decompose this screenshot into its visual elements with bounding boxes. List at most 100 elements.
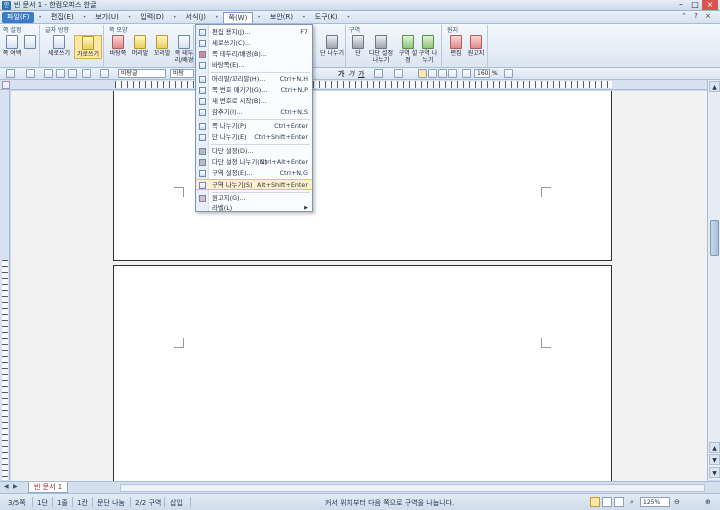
page-margin-button[interactable]: 쪽 여백 — [2, 35, 22, 57]
align-center-icon[interactable] — [438, 69, 447, 78]
menu-item-page-numbering[interactable]: 쪽 번호 매기기(G)... Ctrl+N,P — [196, 85, 312, 96]
menu-insert[interactable]: 입력(D) — [135, 12, 169, 23]
zoom-input[interactable]: 125% — [640, 497, 670, 507]
menu-item-vertical-writing[interactable]: 세로쓰기(C)... — [196, 38, 312, 49]
ruler-scale — [115, 81, 612, 88]
bold-button[interactable]: 가 — [338, 69, 344, 79]
vertical-ruler[interactable] — [0, 90, 10, 480]
align-left-icon[interactable] — [428, 69, 437, 78]
prev-page-icon[interactable]: ▲ — [709, 442, 720, 453]
scroll-up-icon[interactable]: ▲ — [709, 81, 720, 92]
menu-dropdown-icon[interactable]: • — [173, 14, 177, 21]
style-combo[interactable]: 바탕글 — [118, 69, 166, 78]
menu-item-page-break[interactable]: 쪽 나누기(P) Ctrl+Enter — [196, 121, 312, 132]
header-button[interactable]: 머리말 — [130, 35, 150, 57]
menu-item-new-number[interactable]: 새 번호로 시작(B)... — [196, 96, 312, 107]
font-color-icon[interactable] — [374, 69, 383, 78]
vertical-writing-button[interactable]: 세로쓰기 — [45, 35, 73, 57]
menu-item-multi-column-break[interactable]: 다단 설정 나누기(N) Ctrl+Alt+Enter — [196, 157, 312, 168]
column-break-button[interactable]: 단 나누기 — [320, 35, 344, 57]
menu-dropdown-icon[interactable]: • — [83, 14, 87, 21]
font-combo[interactable]: 바탕 — [170, 69, 194, 78]
align-justify-icon[interactable] — [418, 69, 427, 78]
menu-dropdown-icon[interactable]: • — [215, 14, 219, 21]
help-icon[interactable]: ? — [690, 12, 702, 20]
line-spacing-icon[interactable] — [462, 69, 471, 78]
footer-button[interactable]: 꼬리말 — [152, 35, 172, 57]
menu-item-master-page[interactable]: 바탕쪽(E)... — [196, 60, 312, 71]
menu-item-column-break[interactable]: 단 나누기(E) Ctrl+Shift+Enter — [196, 132, 312, 143]
edit-button[interactable]: 편집 — [446, 35, 466, 57]
page-current[interactable] — [113, 265, 612, 481]
horizontal-ruler[interactable] — [0, 80, 720, 90]
close-icon[interactable]: × — [702, 0, 718, 10]
page-setup-button[interactable] — [20, 35, 40, 50]
horizontal-writing-button[interactable]: 가로쓰기 — [74, 35, 102, 59]
menu-dropdown-icon[interactable]: • — [38, 14, 42, 21]
ruler-corner-icon[interactable] — [2, 81, 10, 89]
menu-page[interactable]: 쪽(W) — [222, 11, 254, 23]
menu-item-hide[interactable]: 감추기(I)... Ctrl+N,S — [196, 107, 312, 118]
menu-dropdown-icon[interactable]: • — [347, 14, 351, 21]
draft-view-icon[interactable] — [602, 497, 612, 507]
menu-security[interactable]: 보안(R) — [265, 12, 298, 23]
document-canvas[interactable] — [11, 91, 707, 481]
new-doc-icon[interactable] — [6, 69, 15, 78]
page-view-icon[interactable] — [590, 497, 600, 507]
line-spacing-input[interactable]: 160 — [474, 69, 490, 78]
menu-item-page-border[interactable]: 쪽 테두리/배경(B)... — [196, 49, 312, 60]
zoom-out-icon[interactable]: ⊖ — [674, 498, 680, 506]
menu-file[interactable]: 파일(F) — [2, 11, 35, 23]
undo-icon[interactable] — [82, 69, 91, 78]
menu-item-header-footer[interactable]: 머리말/꼬리말(H)... Ctrl+N,H — [196, 74, 312, 85]
zoom-in-icon[interactable]: ⊕ — [705, 498, 711, 506]
section-setup-button[interactable]: 구역 설정 — [398, 35, 418, 64]
menu-dropdown-icon[interactable]: • — [128, 14, 132, 21]
section-break-button[interactable]: 구역 나누기 — [418, 35, 438, 64]
outline-view-icon[interactable] — [614, 497, 624, 507]
print-preview-icon[interactable] — [68, 69, 77, 78]
menu-item-section-setup[interactable]: 구역 설정(E)... Ctrl+N,G — [196, 168, 312, 179]
menu-dropdown-icon[interactable]: • — [302, 14, 306, 21]
status-mode[interactable]: 삽입 — [170, 498, 183, 508]
status-page[interactable]: 3/5쪽 — [8, 498, 26, 508]
menu-edit[interactable]: 편집(E) — [46, 12, 79, 23]
zoom-icon[interactable]: ⌕ — [630, 498, 634, 507]
manuscript-button[interactable]: 원고지 — [466, 35, 486, 57]
menu-format[interactable]: 서식(J) — [181, 12, 211, 23]
menu-dropdown-icon[interactable]: • — [257, 14, 261, 21]
scroll-thumb[interactable] — [710, 220, 719, 256]
document-tab[interactable]: 빈 문서 1 — [28, 482, 69, 493]
open-folder-icon[interactable] — [26, 69, 35, 78]
menu-view[interactable]: 보기(U) — [90, 12, 123, 23]
columns-button[interactable]: 단 — [348, 35, 368, 57]
doc-close-icon[interactable]: × — [702, 12, 714, 20]
tab-next-icon[interactable]: ▶ — [13, 483, 18, 490]
app-icon[interactable]: 한 — [2, 1, 11, 10]
next-page-icon[interactable]: ▼ — [709, 454, 720, 465]
save-icon[interactable] — [44, 69, 53, 78]
multi-column-break-button[interactable]: 다단 설정 나누기 — [368, 35, 394, 64]
page-previous[interactable] — [113, 91, 612, 261]
align-right-icon[interactable] — [448, 69, 457, 78]
menu-item-paper[interactable]: 편집 용지(J)... F7 — [196, 27, 312, 38]
spin-icon[interactable] — [504, 69, 513, 78]
ribbon-collapse-icon[interactable]: ⌃ — [678, 12, 690, 20]
maximize-icon[interactable]: □ — [688, 0, 702, 10]
italic-button[interactable]: 가 — [348, 69, 354, 79]
scroll-down-icon[interactable]: ▼ — [709, 467, 720, 478]
minimize-icon[interactable]: – — [674, 0, 688, 10]
redo-icon[interactable] — [100, 69, 109, 78]
page-border-button[interactable]: 쪽 테두리/배경 — [174, 35, 194, 64]
vertical-scrollbar[interactable]: ▲ ▲ ▼ ▼ — [707, 80, 720, 480]
print-icon[interactable] — [56, 69, 65, 78]
menu-item-label[interactable]: 라벨(L) ▶ — [196, 203, 312, 214]
underline-button[interactable]: 가 — [358, 69, 364, 79]
highlight-icon[interactable] — [394, 69, 403, 78]
master-page-button[interactable]: 바탕쪽 — [108, 35, 128, 57]
menu-item-section-break[interactable]: 구역 나누기(S) Alt+Shift+Enter — [196, 179, 312, 190]
horizontal-scrollbar[interactable] — [120, 484, 705, 492]
menu-item-multi-column[interactable]: 다단 설정(D)... — [196, 146, 312, 157]
tab-prev-icon[interactable]: ◀ — [4, 483, 9, 490]
menu-tools[interactable]: 도구(K) — [310, 12, 343, 23]
